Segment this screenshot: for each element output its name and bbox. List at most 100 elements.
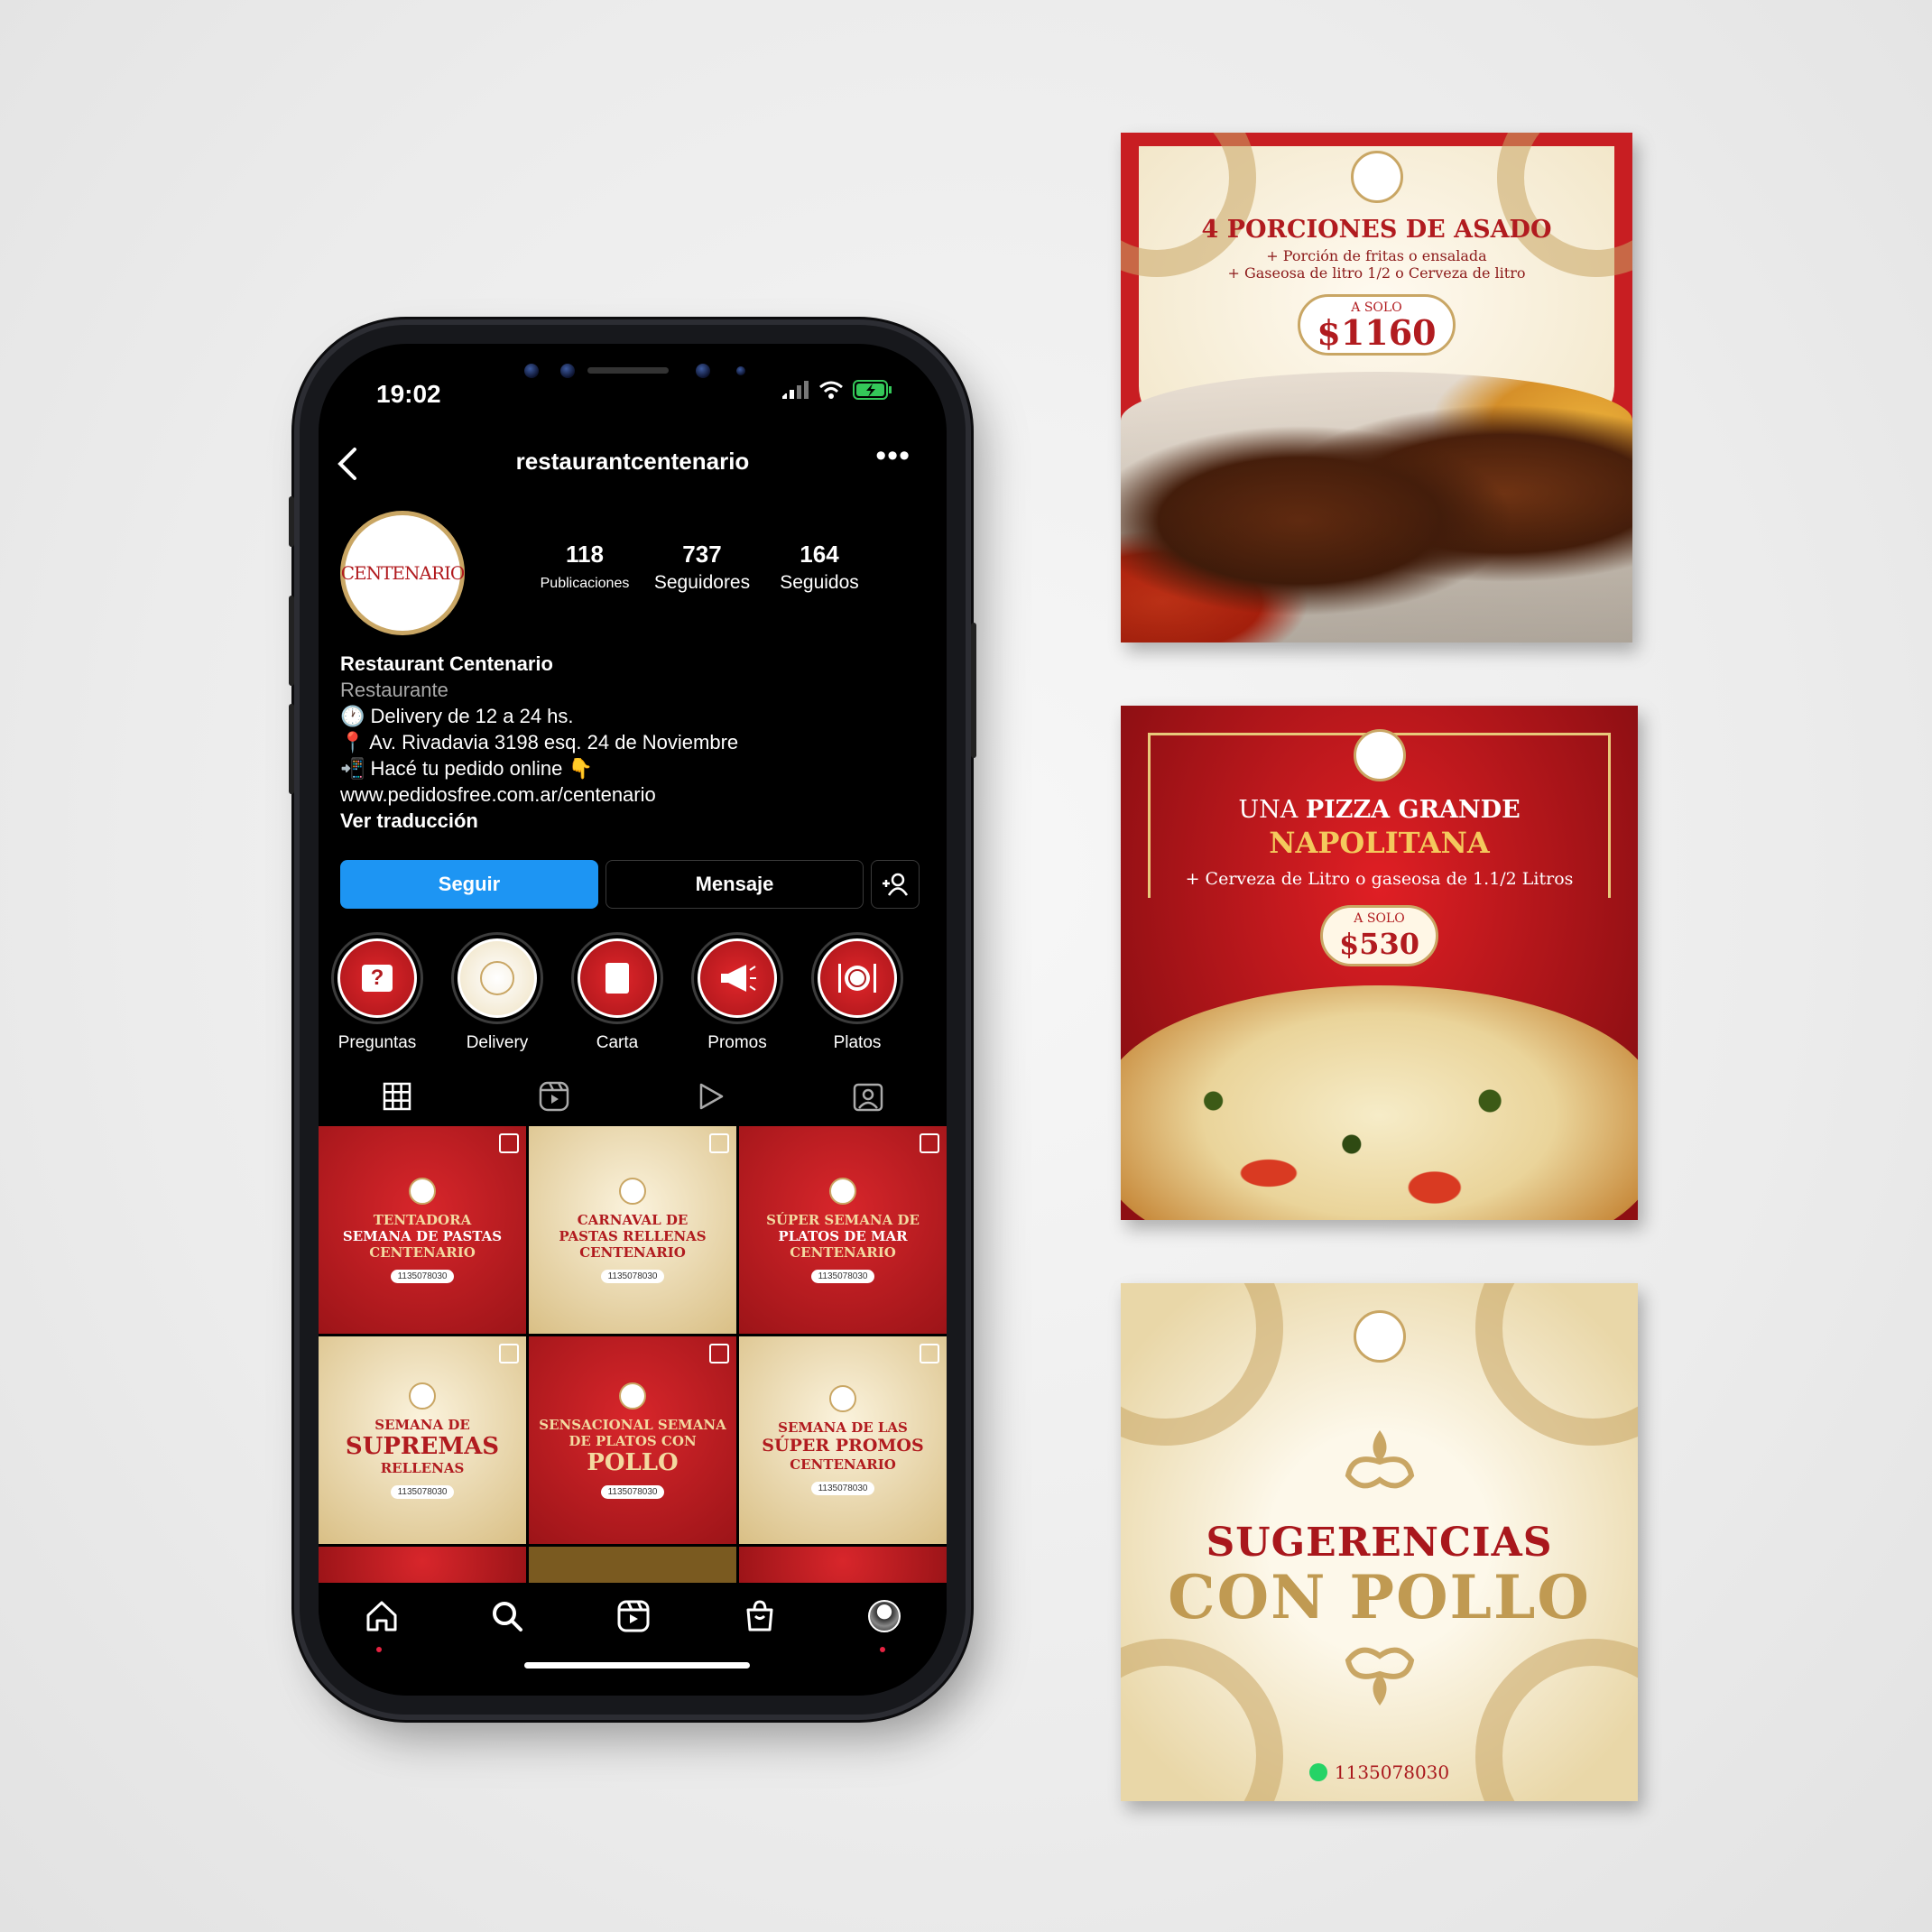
- megaphone-icon: [721, 965, 756, 992]
- post-phone: 1135078030: [810, 1269, 875, 1283]
- tab-reels[interactable]: [527, 1073, 581, 1120]
- post-title: PASTAS RELLENAS: [559, 1227, 707, 1244]
- brand-logo: [409, 1382, 436, 1410]
- highlight-label: Delivery: [466, 1033, 529, 1052]
- post-phone: 1135078030: [390, 1269, 455, 1283]
- highlight-carta[interactable]: Carta: [571, 932, 663, 1053]
- stat-value: 164: [800, 541, 839, 568]
- tab-videos[interactable]: [684, 1073, 738, 1120]
- delivery-icon: [480, 961, 514, 995]
- post-thumbnail[interactable]: SEMANA DE LAS SÚPER PROMOS CENTENARIO 11…: [739, 1336, 947, 1544]
- carousel-icon: [709, 1133, 729, 1153]
- profile-header: restaurantcentenario •••: [319, 439, 947, 493]
- notch: [470, 344, 795, 405]
- highlight-preguntas[interactable]: ? Preguntas: [331, 932, 423, 1053]
- post-phone: 1135078030: [600, 1484, 665, 1499]
- notification-dot: [376, 1647, 382, 1652]
- post-grid: TENTADORA SEMANA DE PASTAS CENTENARIO 11…: [319, 1126, 947, 1583]
- food-photo-pizza: [1121, 985, 1638, 1220]
- post-phone: 1135078030: [810, 1482, 875, 1495]
- highlight-delivery[interactable]: Delivery: [451, 932, 543, 1053]
- food-photo-asado: [1121, 372, 1632, 642]
- promo-subtitle: CON POLLO: [1168, 1562, 1591, 1632]
- contact-row: 1135078030: [1121, 1761, 1638, 1783]
- price-badge: A SOLO $530: [1319, 905, 1439, 966]
- profile-actions: Seguir Mensaje: [340, 860, 920, 909]
- post-title: SEMANA DE LAS: [778, 1419, 908, 1436]
- post-title: SÚPER PROMOS: [762, 1436, 924, 1456]
- price-value: $530: [1338, 927, 1420, 961]
- follow-button[interactable]: Seguir: [340, 860, 598, 909]
- promo-subtitle: NAPOLITANA: [1269, 826, 1490, 860]
- home-icon[interactable]: [365, 1599, 399, 1633]
- profile-username: restaurantcentenario: [515, 448, 750, 475]
- post-thumbnail[interactable]: [529, 1547, 736, 1583]
- bottom-navigation: [319, 1589, 947, 1643]
- reels-icon[interactable]: [616, 1599, 651, 1633]
- shop-icon[interactable]: [743, 1599, 777, 1633]
- reels-icon: [539, 1081, 569, 1112]
- suggest-people-button[interactable]: [871, 860, 920, 909]
- search-icon[interactable]: [490, 1599, 524, 1633]
- post-thumbnail[interactable]: TENTADORA SEMANA DE PASTAS CENTENARIO 11…: [319, 1126, 526, 1334]
- brand-logo: [829, 1385, 856, 1412]
- tab-tagged[interactable]: [841, 1073, 895, 1120]
- profile-tabs: [319, 1073, 947, 1120]
- power-button: [971, 623, 976, 758]
- post-thumbnail[interactable]: [319, 1547, 526, 1583]
- highlight-platos[interactable]: Platos: [811, 932, 903, 1053]
- stat-posts[interactable]: 118 Publicaciones: [526, 541, 643, 594]
- carousel-icon: [709, 1344, 729, 1363]
- brand-logo: [1353, 1310, 1406, 1363]
- camera-icon: [524, 364, 539, 378]
- message-button[interactable]: Mensaje: [605, 860, 864, 909]
- question-icon: ?: [362, 965, 393, 992]
- volume-up-button: [289, 596, 294, 686]
- post-thumbnail[interactable]: SEMANA DE SUPREMAS RELLENAS 1135078030: [319, 1336, 526, 1544]
- stat-following[interactable]: 164 Seguidos: [761, 541, 878, 594]
- post-thumbnail[interactable]: CARNAVAL DE PASTAS RELLENAS CENTENARIO 1…: [529, 1126, 736, 1334]
- home-indicator[interactable]: [524, 1662, 750, 1669]
- avatar[interactable]: CENTENARIO: [340, 511, 465, 635]
- brand-logo: [829, 1177, 856, 1205]
- post-thumbnail[interactable]: [739, 1547, 947, 1583]
- price-badge: A SOLO $1160: [1298, 294, 1456, 356]
- carousel-icon: [920, 1133, 939, 1153]
- stat-label: Seguidores: [653, 572, 751, 593]
- promo-title: UNA PIZZA GRANDE: [1121, 796, 1638, 824]
- plate-icon: [838, 964, 876, 993]
- profile-avatar-icon[interactable]: [868, 1600, 901, 1632]
- bio-link[interactable]: www.pedidosfree.com.ar/centenario: [340, 781, 738, 808]
- tab-grid[interactable]: [370, 1073, 424, 1120]
- status-time: 19:02: [376, 380, 441, 408]
- post-title: SEMANA DE PASTAS: [342, 1227, 503, 1244]
- post-phone: 1135078030: [390, 1484, 455, 1499]
- carousel-icon: [499, 1344, 519, 1363]
- battery-icon: [853, 380, 892, 400]
- post-title: DE PLATOS CON: [569, 1432, 697, 1449]
- highlight-label: Carta: [596, 1033, 639, 1052]
- post-title: CARNAVAL DE: [577, 1211, 689, 1228]
- sensor-icon: [736, 366, 745, 375]
- post-title: TENTADORA: [373, 1211, 472, 1228]
- highlight-promos[interactable]: Promos: [691, 932, 783, 1053]
- status-icons: [782, 380, 892, 400]
- stat-followers[interactable]: 737 Seguidores: [643, 541, 761, 594]
- ornament-icon: [1345, 1647, 1414, 1706]
- brand-logo: [1350, 151, 1403, 203]
- brand-logo: [619, 1382, 646, 1410]
- stat-label: Seguidos: [780, 572, 859, 593]
- promo-title: 4 PORCIONES DE ASADO: [1201, 216, 1552, 244]
- ornament-icon: [1345, 1430, 1414, 1489]
- bio-line-order: 📲 Hacé tu pedido online 👇: [340, 757, 593, 780]
- price-prefix: A SOLO: [1354, 911, 1405, 926]
- more-options-icon[interactable]: •••: [875, 439, 911, 474]
- mute-switch: [289, 496, 294, 547]
- brand-logo: [409, 1177, 436, 1205]
- post-title: RELLENAS: [380, 1459, 465, 1476]
- translate-link[interactable]: Ver traducción: [340, 808, 738, 834]
- post-thumbnail[interactable]: SENSACIONAL SEMANA DE PLATOS CON POLLO 1…: [529, 1336, 736, 1544]
- menu-book-icon: [605, 963, 629, 994]
- post-thumbnail[interactable]: SÚPER SEMANA DE PLATOS DE MAR CENTENARIO…: [739, 1126, 947, 1334]
- promo-card-pollo: SUGERENCIAS CON POLLO 1135078030: [1121, 1283, 1638, 1801]
